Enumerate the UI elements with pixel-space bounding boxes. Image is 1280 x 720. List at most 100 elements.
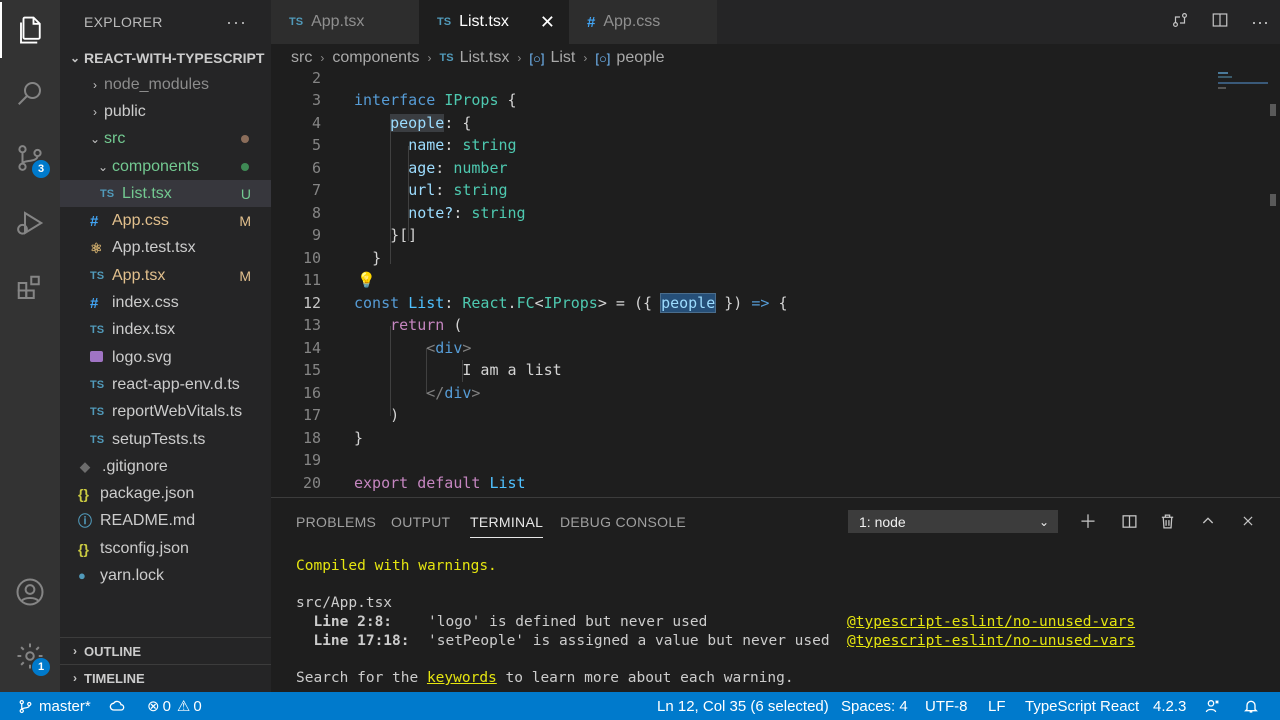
tree-item-app-test[interactable]: ⚛ App.test.tsx [60,235,271,262]
tree-item-gitignore[interactable]: ◆ .gitignore [60,453,271,480]
warning-count: 0 [193,697,202,715]
code-editor[interactable]: 2 3 interface IProps { 4 people: { 5 nam… [271,72,1280,497]
code-text: ) [390,406,400,425]
tree-item-components[interactable]: ⌄ components [60,153,271,180]
modified-dot [241,135,249,144]
chevron-right-icon: › [73,644,77,658]
tab-output[interactable]: OUTPUT [391,498,450,546]
tree-item-label: node_modules [104,75,209,93]
tree-item-label: tsconfig.json [100,539,189,557]
terminal-select[interactable]: 1: node ⌄ [848,510,1058,533]
terminal-output[interactable]: Compiled with warnings. src/App.tsx Line… [296,558,1135,689]
tab-list-tsx[interactable]: TS List.tsx ✕ [419,0,569,44]
outline-section[interactable]: › OUTLINE [60,637,271,664]
manage-gear-icon[interactable]: 1 [0,628,60,684]
search-icon[interactable] [0,65,60,121]
tree-item-public[interactable]: › public [60,98,271,125]
trash-icon[interactable] [1153,508,1181,534]
typescript-file-icon: TS [90,406,105,419]
info-file-icon: ⓘ [78,513,92,530]
minimap[interactable] [1200,72,1268,102]
line-number: 4 [311,113,321,132]
more-actions-icon[interactable]: ··· [226,12,247,33]
tree-item-yarn-lock[interactable]: ● yarn.lock [60,562,271,589]
tab-debug-console[interactable]: DEBUG CONSOLE [560,498,686,546]
tree-item-node-modules[interactable]: › node_modules [60,71,271,98]
terminal-file-line: src/App.tsx [296,595,393,612]
explorer-icon[interactable] [0,2,60,58]
code-text: </div> [426,383,481,402]
tree-item-tsconfig[interactable]: {} tsconfig.json [60,535,271,562]
problems-indicator[interactable]: ⊗ 0 ⚠ 0 [147,692,202,720]
account-icon[interactable] [0,564,60,620]
lightbulb-icon[interactable]: 💡 [357,271,376,289]
breadcrumb-file[interactable]: List.tsx [460,49,510,67]
maximize-panel-icon[interactable] [1194,508,1222,534]
tab-terminal[interactable]: TERMINAL [470,498,544,546]
chevron-right-icon: › [517,51,522,65]
tree-item-label: public [104,102,146,120]
branch-name: master* [39,697,91,715]
tree-item-report-web-vitals[interactable]: TS reportWebVitals.ts [60,399,271,426]
close-icon[interactable]: ✕ [540,12,555,33]
new-terminal-icon[interactable]: ＋ [1074,508,1102,534]
notifications-bell-icon[interactable] [1243,692,1259,720]
tree-item-setup-tests[interactable]: TS setupTests.ts [60,426,271,453]
code-line: 5 name: string [271,134,1261,156]
extensions-icon[interactable] [0,260,60,316]
terminal-search-line: Search for the keywords to learn more ab… [296,670,794,687]
ts-version[interactable]: 4.2.3 [1153,692,1186,720]
symbol-variable-icon: [○] [595,50,611,66]
tree-item-list-tsx[interactable]: TS List.tsx U [60,180,271,208]
open-changes-icon[interactable] [1160,11,1200,34]
encoding[interactable]: UTF-8 [925,692,968,720]
terminal-select-value: 1: node [859,513,906,530]
error-icon: ⊗ [147,698,160,715]
branch-indicator[interactable]: master* [18,692,91,720]
line-number: 16 [302,383,321,402]
run-debug-icon[interactable] [0,195,60,251]
feedback-icon[interactable] [1205,692,1221,720]
tree-item-index-css[interactable]: # index.css [60,289,271,316]
code-line: 9 }[] [271,224,1261,246]
editor-scrollbar[interactable] [1266,72,1280,497]
code-line: 8 note?: string [271,202,1261,224]
project-section[interactable]: ⌄ REACT-WITH-TYPESCRIPT [60,44,271,71]
breadcrumb-people[interactable]: people [616,49,664,67]
untracked-status: U [240,185,251,202]
split-terminal-icon[interactable] [1115,508,1143,534]
tree-item-index-tsx[interactable]: TS index.tsx [60,317,271,344]
line-number: 20 [302,473,321,492]
tree-item-readme[interactable]: ⓘ README.md [60,508,271,535]
source-control-icon[interactable]: 3 [0,130,60,186]
close-panel-icon[interactable] [1234,508,1262,534]
code-text: name: string [408,136,517,155]
split-editor-icon[interactable] [1200,11,1240,34]
tree-item-app-tsx[interactable]: TS App.tsx M [60,262,271,289]
tree-item-package-json[interactable]: {} package.json [60,480,271,507]
line-number: 7 [311,181,321,200]
breadcrumb: src › components › TS List.tsx › [○] Lis… [271,44,1280,72]
line-number: 11 [302,271,321,290]
end-of-line[interactable]: LF [988,692,1006,720]
breadcrumb-src[interactable]: src [291,49,312,67]
keywords-link[interactable]: keywords [427,670,497,686]
sync-icon[interactable] [108,692,126,720]
explorer-title: EXPLORER [84,14,163,30]
tab-app-tsx[interactable]: TS App.tsx [271,0,419,44]
language-mode[interactable]: TypeScript React [1025,692,1139,720]
git-file-icon: ◆ [80,458,90,474]
tab-app-css[interactable]: # App.css [569,0,717,44]
tree-item-label: reportWebVitals.ts [112,403,243,421]
cursor-position[interactable]: Ln 12, Col 35 (6 selected) [657,692,829,720]
more-actions-icon[interactable]: ··· [1240,12,1280,33]
timeline-section[interactable]: › TIMELINE [60,664,271,691]
breadcrumb-components[interactable]: components [332,49,419,67]
tab-problems[interactable]: PROBLEMS [296,498,376,546]
tree-item-src[interactable]: ⌄ src [60,126,271,153]
breadcrumb-list[interactable]: List [550,49,575,67]
tree-item-logo-svg[interactable]: logo.svg [60,344,271,371]
indentation[interactable]: Spaces: 4 [841,692,908,720]
tree-item-react-app-env[interactable]: TS react-app-env.d.ts [60,371,271,398]
tree-item-app-css[interactable]: # App.css M [60,207,271,234]
